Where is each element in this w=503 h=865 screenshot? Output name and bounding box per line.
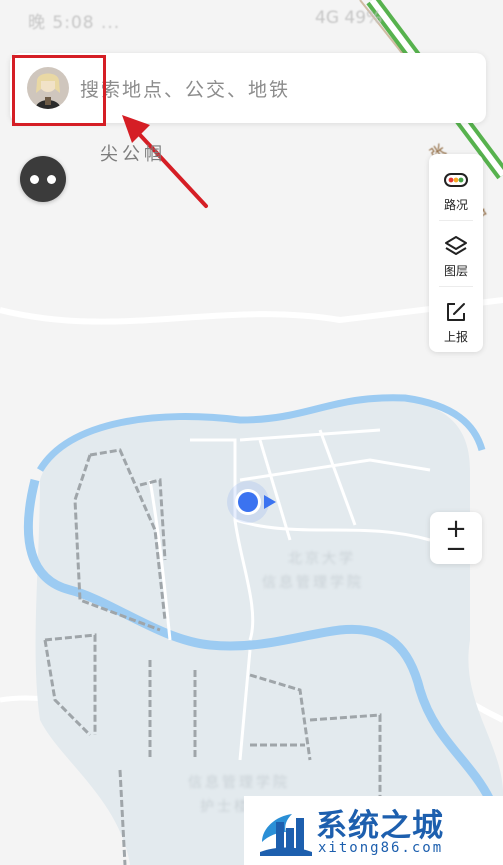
zoom-control: + − [430, 512, 482, 564]
watermark-url: xitong86.com [318, 840, 444, 856]
city-logo-icon [260, 814, 312, 856]
campus-label-2: 信息管理学院 [262, 575, 364, 591]
lower-label-1: 信息管理学院 [188, 775, 290, 791]
search-input[interactable]: 搜索地点、公交、地铁 [80, 75, 290, 102]
layers-label: 图层 [443, 264, 468, 278]
highlight-box [12, 55, 106, 126]
traffic-label: 路况 [443, 198, 468, 212]
edit-report-icon [447, 303, 465, 321]
current-location-icon [227, 481, 276, 523]
status-bar: 晚 5:08 ... 4G 49% [0, 0, 503, 40]
report-button[interactable]: 上报 [429, 286, 483, 352]
campus-label-1: 北京大学 [288, 551, 356, 567]
layers-button[interactable]: 图层 [429, 220, 483, 286]
watermark: 系统之城 xitong86.com [244, 796, 503, 865]
zoom-out-button[interactable]: − [430, 534, 482, 564]
dot-icon [30, 175, 39, 184]
map-tools-panel: 路况 图层 上报 [429, 154, 483, 352]
status-time: 晚 5:08 ... [28, 13, 121, 33]
more-button[interactable] [20, 156, 66, 202]
map-canvas[interactable] [0, 0, 503, 865]
status-icons: 4G 49% [315, 8, 383, 28]
report-label: 上报 [443, 330, 468, 344]
place-label: 尖公帼 [100, 144, 166, 165]
layers-icon [445, 236, 467, 255]
watermark-title: 系统之城 [316, 808, 444, 844]
traffic-button[interactable]: 路况 [429, 154, 483, 220]
traffic-light-icon [444, 173, 468, 187]
dot-icon [47, 175, 56, 184]
